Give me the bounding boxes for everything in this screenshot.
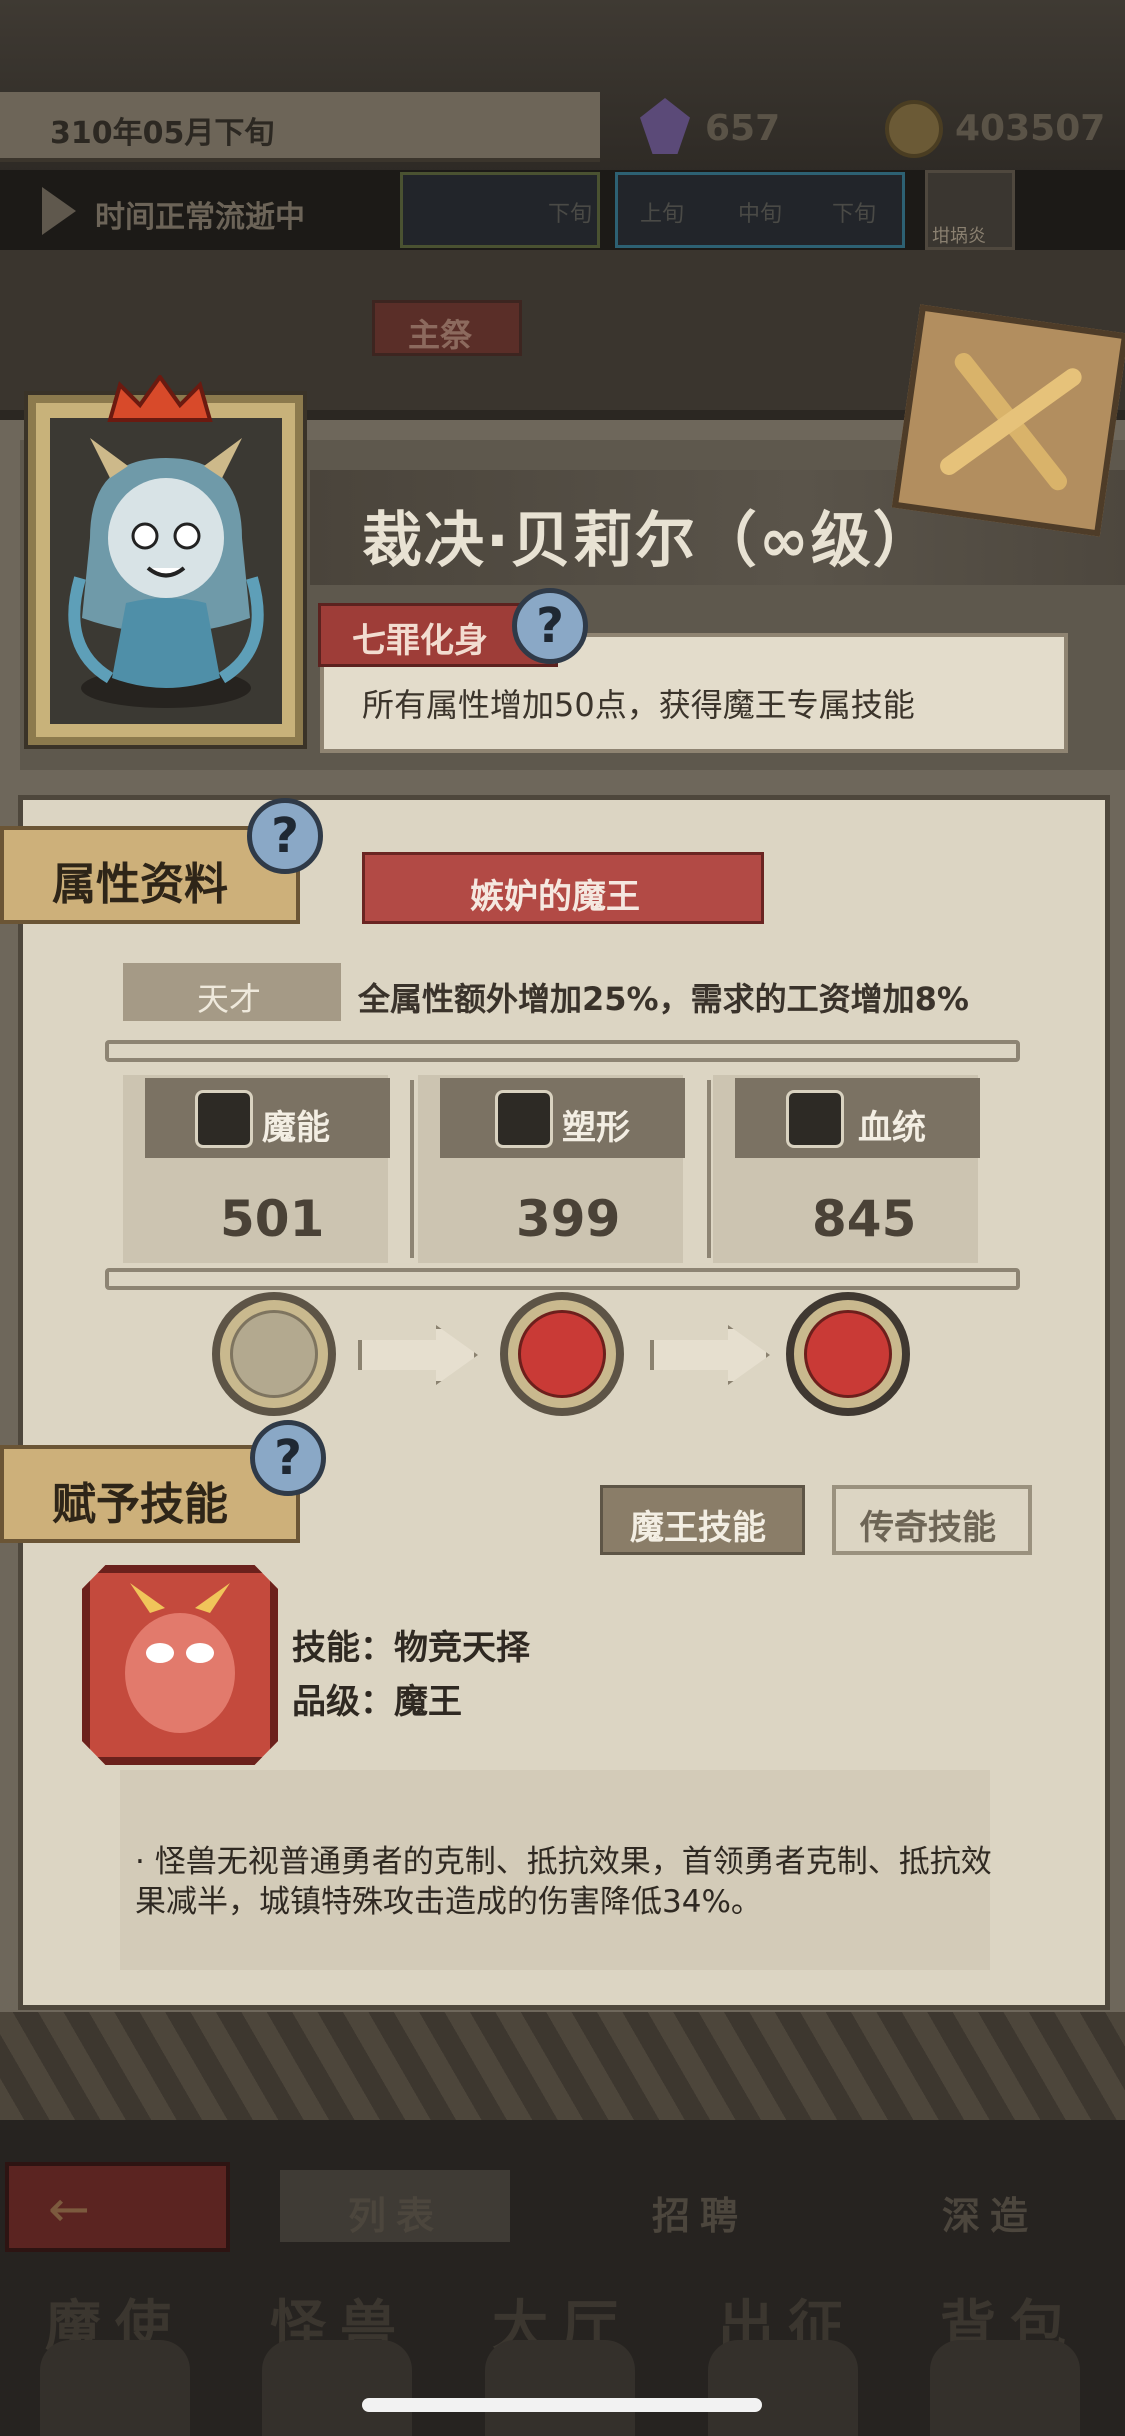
title-tag: 七罪化身	[352, 621, 488, 661]
demon-face-icon	[804, 1310, 892, 1398]
monster-icon	[262, 2340, 412, 2436]
period-label: 中旬	[738, 202, 783, 227]
hooded-figure-icon	[230, 1310, 318, 1398]
divider	[105, 1040, 1020, 1062]
divider	[707, 1080, 711, 1258]
close-button[interactable]	[891, 304, 1125, 537]
backpack-icon	[930, 2340, 1080, 2436]
help-question-icon[interactable]: ?	[512, 588, 588, 664]
period-label: 下旬	[548, 202, 593, 227]
evolution-stage-2	[500, 1292, 624, 1416]
character-name: 裁决·贝莉尔（∞级）	[362, 506, 935, 576]
stat-value: 845	[812, 1190, 917, 1248]
gold-count: 403507	[955, 108, 1106, 149]
evolution-stage-1	[212, 1292, 336, 1416]
stat-label: 血统	[858, 1108, 926, 1148]
expedition-icon	[708, 2340, 858, 2436]
help-question-icon[interactable]: ?	[250, 1420, 326, 1496]
tab-recruit[interactable]: 招聘	[652, 2185, 748, 2240]
skills-section-title: 赋予技能	[52, 1479, 228, 1530]
crown-icon	[105, 373, 215, 425]
crystal-count: 657	[705, 108, 781, 149]
tab-list[interactable]: 列表	[348, 2185, 444, 2240]
help-question-icon[interactable]: ?	[247, 798, 323, 874]
legend-skill-label: 传奇技能	[860, 1508, 996, 1548]
period-label: 下旬	[832, 202, 877, 227]
back-arrow-icon: ←	[48, 2180, 90, 2238]
shop-label: 坩埚炎	[932, 226, 986, 247]
demon-skill-icon	[82, 1565, 278, 1765]
trait-tag-label: 天才	[197, 980, 262, 1018]
back-button[interactable]	[5, 2162, 230, 2252]
trait-description: 全属性额外增加25%，需求的工资增加8%	[358, 980, 969, 1018]
tab-train[interactable]: 深造	[942, 2185, 1038, 2240]
divider	[410, 1080, 414, 1258]
skill-name: 技能：物竞天择	[292, 1628, 530, 1668]
body-icon	[495, 1090, 553, 1148]
skill-effect-text: · 怪兽无视普通勇者的克制、抵抗效果，首领勇者克制、抵抗效果减半，城镇特殊攻击造…	[135, 1844, 992, 1920]
demon-king-skill-label: 魔王技能	[630, 1508, 766, 1548]
play-icon[interactable]	[42, 187, 76, 235]
close-icon	[940, 352, 1082, 491]
divider	[105, 1268, 1020, 1290]
character-portrait	[50, 418, 282, 724]
time-status: 时间正常流逝中	[95, 200, 305, 235]
decorative-border	[0, 2012, 1125, 2122]
stat-value: 399	[516, 1190, 621, 1248]
period-label: 上旬	[640, 202, 685, 227]
hall-icon	[485, 2340, 635, 2436]
main-rite-label: 主祭	[408, 316, 473, 354]
skull-icon	[40, 2340, 190, 2436]
title-description: 所有属性增加50点，获得魔王专属技能	[362, 686, 915, 724]
stat-label: 塑形	[562, 1108, 630, 1148]
class-banner-label: 嫉妒的魔王	[470, 877, 640, 917]
home-indicator[interactable]	[362, 2398, 762, 2412]
evolution-stage-3	[786, 1292, 910, 1416]
attributes-section-title: 属性资料	[52, 859, 228, 910]
game-date: 310年05月下旬	[50, 116, 275, 151]
stat-label: 魔能	[262, 1108, 330, 1148]
stat-value: 501	[220, 1190, 325, 1248]
gear-icon	[786, 1090, 844, 1148]
fist-icon	[195, 1090, 253, 1148]
skill-rank: 品级：魔王	[292, 1682, 462, 1722]
gold-coin-icon	[885, 100, 943, 158]
demon-face-icon	[518, 1310, 606, 1398]
